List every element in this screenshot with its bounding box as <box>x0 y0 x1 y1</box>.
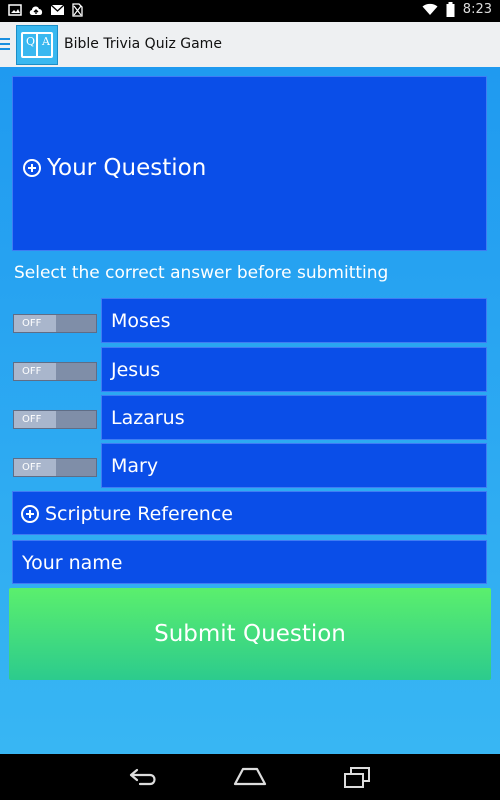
toggle-off-label: OFF <box>14 315 56 332</box>
app-bar: Q A Bible Trivia Quiz Game <box>0 22 500 67</box>
answer-text-3: Lazarus <box>111 407 185 429</box>
answer-field-4[interactable]: Mary <box>101 443 487 488</box>
toggle-off-label: OFF <box>14 363 56 380</box>
menu-icon[interactable] <box>0 36 12 52</box>
no-sim-icon <box>72 3 83 17</box>
scripture-placeholder: Scripture Reference <box>45 503 233 525</box>
battery-icon <box>446 2 455 17</box>
instruction-text: Select the correct answer before submitt… <box>14 263 389 283</box>
submit-question-button[interactable]: Submit Question <box>9 588 491 680</box>
question-placeholder: Your Question <box>47 155 207 181</box>
logo-letter-q: Q <box>26 35 36 48</box>
logo-letter-a: A <box>42 35 50 48</box>
toggle-off-label: OFF <box>14 411 56 428</box>
answer-field-2[interactable]: Jesus <box>101 347 487 392</box>
answer-text-1: Moses <box>111 310 171 332</box>
plus-circle-icon <box>23 159 41 177</box>
image-icon <box>8 4 22 16</box>
answer-toggle-1[interactable]: OFF <box>13 314 97 333</box>
app-logo[interactable]: Q A <box>16 25 58 65</box>
recents-icon[interactable] <box>343 766 371 788</box>
scripture-label: Scripture Reference <box>21 503 233 525</box>
name-placeholder: Your name <box>22 552 123 574</box>
cloud-upload-icon <box>29 6 43 15</box>
answer-text-4: Mary <box>111 455 159 477</box>
answer-text-2: Jesus <box>111 359 161 381</box>
question-input[interactable]: Your Question <box>12 76 487 251</box>
name-input[interactable]: Your name <box>12 540 487 584</box>
navigation-bar <box>0 754 500 800</box>
plus-circle-icon <box>21 505 39 523</box>
gmail-icon <box>50 4 65 15</box>
main-content: Your Question Select the correct answer … <box>0 67 500 754</box>
status-bar: 8:23 <box>0 0 500 22</box>
app-title: Bible Trivia Quiz Game <box>64 36 222 52</box>
back-icon[interactable] <box>128 767 158 787</box>
answer-toggle-3[interactable]: OFF <box>13 410 97 429</box>
answer-field-3[interactable]: Lazarus <box>101 395 487 440</box>
answer-toggle-2[interactable]: OFF <box>13 362 97 381</box>
status-time: 8:23 <box>462 2 492 17</box>
answer-toggle-4[interactable]: OFF <box>13 458 97 477</box>
wifi-icon <box>422 3 438 15</box>
scripture-reference-input[interactable]: Scripture Reference <box>12 491 487 535</box>
home-icon[interactable] <box>233 766 267 786</box>
question-label: Your Question <box>23 155 206 181</box>
answer-field-1[interactable]: Moses <box>101 298 487 343</box>
toggle-off-label: OFF <box>14 459 56 476</box>
